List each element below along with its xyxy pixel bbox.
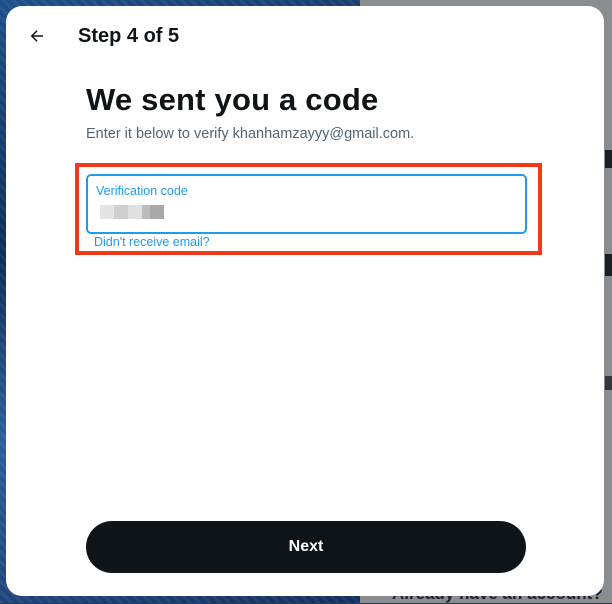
step-indicator: Step 4 of 5 [78, 25, 180, 47]
arrow-left-icon [30, 30, 43, 42]
back-button[interactable] [20, 19, 54, 53]
page-subtitle: Enter it below to verify khanhamzayyy@gm… [86, 126, 415, 142]
verification-code-label: Verification code [96, 184, 188, 198]
verification-code-input[interactable]: Verification code [86, 174, 527, 234]
signup-modal: Step 4 of 5 We sent you a code Enter it … [6, 6, 604, 596]
page-title: We sent you a code [86, 82, 379, 117]
redacted-code-value [100, 203, 164, 221]
next-button[interactable]: Next [86, 521, 526, 573]
resend-email-link[interactable]: Didn't receive email? [94, 235, 210, 249]
